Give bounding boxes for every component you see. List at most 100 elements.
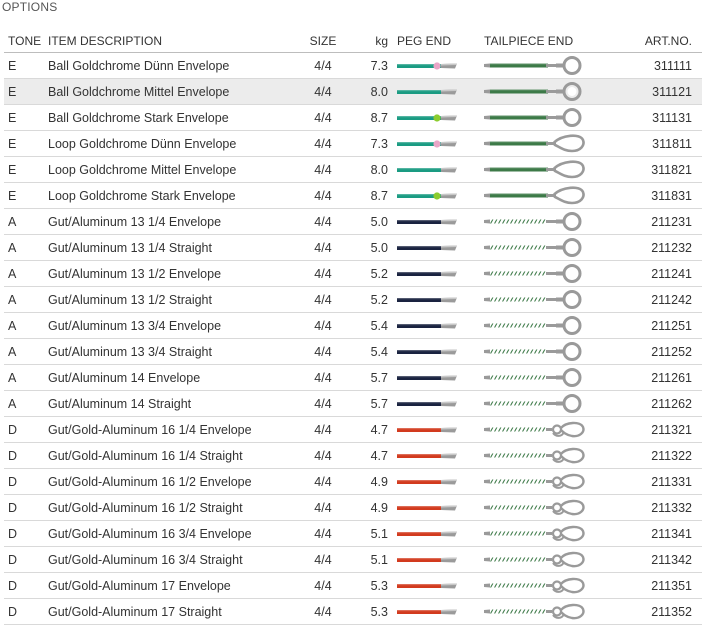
size-cell: 4/4 <box>298 416 348 443</box>
kg-cell: 5.0 <box>348 208 388 235</box>
peg-end-cell <box>388 598 479 625</box>
tailpiece-end-cell <box>479 442 627 469</box>
peg-end-cell <box>388 182 479 209</box>
tone-cell: E <box>4 156 48 183</box>
table-row: D Gut/Gold-Aluminum 16 1/2 Straight 4/4 4.9… <box>4 494 702 521</box>
size-cell: 4/4 <box>298 182 348 209</box>
item-description-cell: Gut/Gold-Aluminum 16 1/4 Envelope <box>48 416 298 443</box>
item-description-cell: Gut/Gold-Aluminum 17 Envelope <box>48 572 298 599</box>
kg-cell: 8.7 <box>348 182 388 209</box>
kg-cell: 5.1 <box>348 546 388 573</box>
peg-end-icon <box>397 323 457 328</box>
peg-end-cell <box>388 468 479 495</box>
tailpiece-end-icon <box>484 55 582 75</box>
peg-end-icon <box>397 89 457 94</box>
tailpiece-end-icon <box>484 499 585 515</box>
tailpiece-end-icon <box>484 393 582 413</box>
tailpiece-end-cell <box>479 468 627 495</box>
tone-cell: A <box>4 234 48 261</box>
tone-cell: E <box>4 182 48 209</box>
item-description-cell: Gut/Aluminum 13 3/4 Straight <box>48 338 298 365</box>
options-title: OPTIONS <box>2 0 58 14</box>
tailpiece-end-cell <box>479 312 627 339</box>
item-description-cell: Gut/Gold-Aluminum 16 1/2 Envelope <box>48 468 298 495</box>
size-cell: 4/4 <box>298 104 348 131</box>
size-cell: 4/4 <box>298 546 348 573</box>
tone-cell: E <box>4 52 48 79</box>
tailpiece-end-cell <box>479 546 627 573</box>
tailpiece-end-icon <box>484 525 585 541</box>
tailpiece-end-icon <box>484 211 582 231</box>
peg-end-cell <box>388 52 479 79</box>
table-row: E Loop Goldchrome Mittel Envelope 4/4 8.0 31… <box>4 156 702 183</box>
item-description-cell: Gut/Aluminum 13 3/4 Envelope <box>48 312 298 339</box>
peg-end-cell <box>388 520 479 547</box>
art-no-cell: 211242 <box>627 286 702 313</box>
size-cell: 4/4 <box>298 78 348 105</box>
tailpiece-end-icon <box>484 603 585 619</box>
peg-end-cell <box>388 104 479 131</box>
size-cell: 4/4 <box>298 390 348 417</box>
art-no-cell: 211262 <box>627 390 702 417</box>
tailpiece-end-cell <box>479 416 627 443</box>
table-row: A Gut/Aluminum 13 3/4 Straight 4/4 5.4 21125… <box>4 338 702 365</box>
art-no-cell: 211241 <box>627 260 702 287</box>
table-row: D Gut/Gold-Aluminum 16 1/4 Straight 4/4 4.7… <box>4 442 702 469</box>
kg-cell: 4.7 <box>348 416 388 443</box>
tailpiece-end-cell <box>479 364 627 391</box>
tailpiece-end-icon <box>484 421 585 437</box>
peg-end-icon <box>397 271 457 276</box>
size-cell: 4/4 <box>298 364 348 391</box>
peg-end-icon <box>397 609 457 614</box>
art-no-cell: 211322 <box>627 442 702 469</box>
peg-end-icon <box>397 557 457 562</box>
peg-end-cell <box>388 416 479 443</box>
peg-end-icon <box>397 479 457 484</box>
tailpiece-end-icon <box>484 81 582 101</box>
peg-end-icon <box>397 113 457 122</box>
tone-cell: D <box>4 598 48 625</box>
table-row: E Ball Goldchrome Dünn Envelope 4/4 7.3 3111… <box>4 52 702 79</box>
peg-end-icon <box>397 583 457 588</box>
peg-end-icon <box>397 61 457 70</box>
item-description-cell: Gut/Gold-Aluminum 17 Straight <box>48 598 298 625</box>
tailpiece-end-cell <box>479 598 627 625</box>
peg-end-cell <box>388 260 479 287</box>
tone-cell: D <box>4 468 48 495</box>
kg-cell: 8.0 <box>348 156 388 183</box>
peg-end-icon <box>397 139 457 148</box>
tailpiece-end-icon <box>484 551 585 567</box>
size-cell: 4/4 <box>298 338 348 365</box>
art-no-cell: 211331 <box>627 468 702 495</box>
tailpiece-end-cell <box>479 390 627 417</box>
tailpiece-end-icon <box>484 367 582 387</box>
tailpiece-end-icon <box>484 237 582 257</box>
size-cell: 4/4 <box>298 520 348 547</box>
table-header: TONE ITEM DESCRIPTION SIZE kg PEG END TA… <box>4 30 702 53</box>
peg-end-cell <box>388 364 479 391</box>
art-no-cell: 211351 <box>627 572 702 599</box>
tone-cell: A <box>4 260 48 287</box>
item-description-cell: Gut/Aluminum 13 1/4 Straight <box>48 234 298 261</box>
item-description-cell: Gut/Aluminum 13 1/4 Envelope <box>48 208 298 235</box>
size-cell: 4/4 <box>298 130 348 157</box>
kg-cell: 5.3 <box>348 598 388 625</box>
tone-cell: D <box>4 416 48 443</box>
kg-cell: 5.3 <box>348 572 388 599</box>
tailpiece-end-icon <box>484 447 585 463</box>
tone-cell: D <box>4 442 48 469</box>
tone-cell: E <box>4 78 48 105</box>
peg-end-icon <box>397 167 457 172</box>
kg-cell: 5.7 <box>348 390 388 417</box>
item-description-cell: Gut/Gold-Aluminum 16 1/4 Straight <box>48 442 298 469</box>
peg-end-cell <box>388 234 479 261</box>
kg-cell: 5.4 <box>348 312 388 339</box>
peg-end-cell <box>388 208 479 235</box>
tone-cell: D <box>4 546 48 573</box>
size-cell: 4/4 <box>298 156 348 183</box>
tailpiece-end-cell <box>479 156 627 183</box>
peg-end-icon <box>397 427 457 432</box>
table-row: A Gut/Aluminum 13 1/4 Straight 4/4 5.0 21123… <box>4 234 702 261</box>
tone-cell: E <box>4 130 48 157</box>
tone-cell: A <box>4 208 48 235</box>
